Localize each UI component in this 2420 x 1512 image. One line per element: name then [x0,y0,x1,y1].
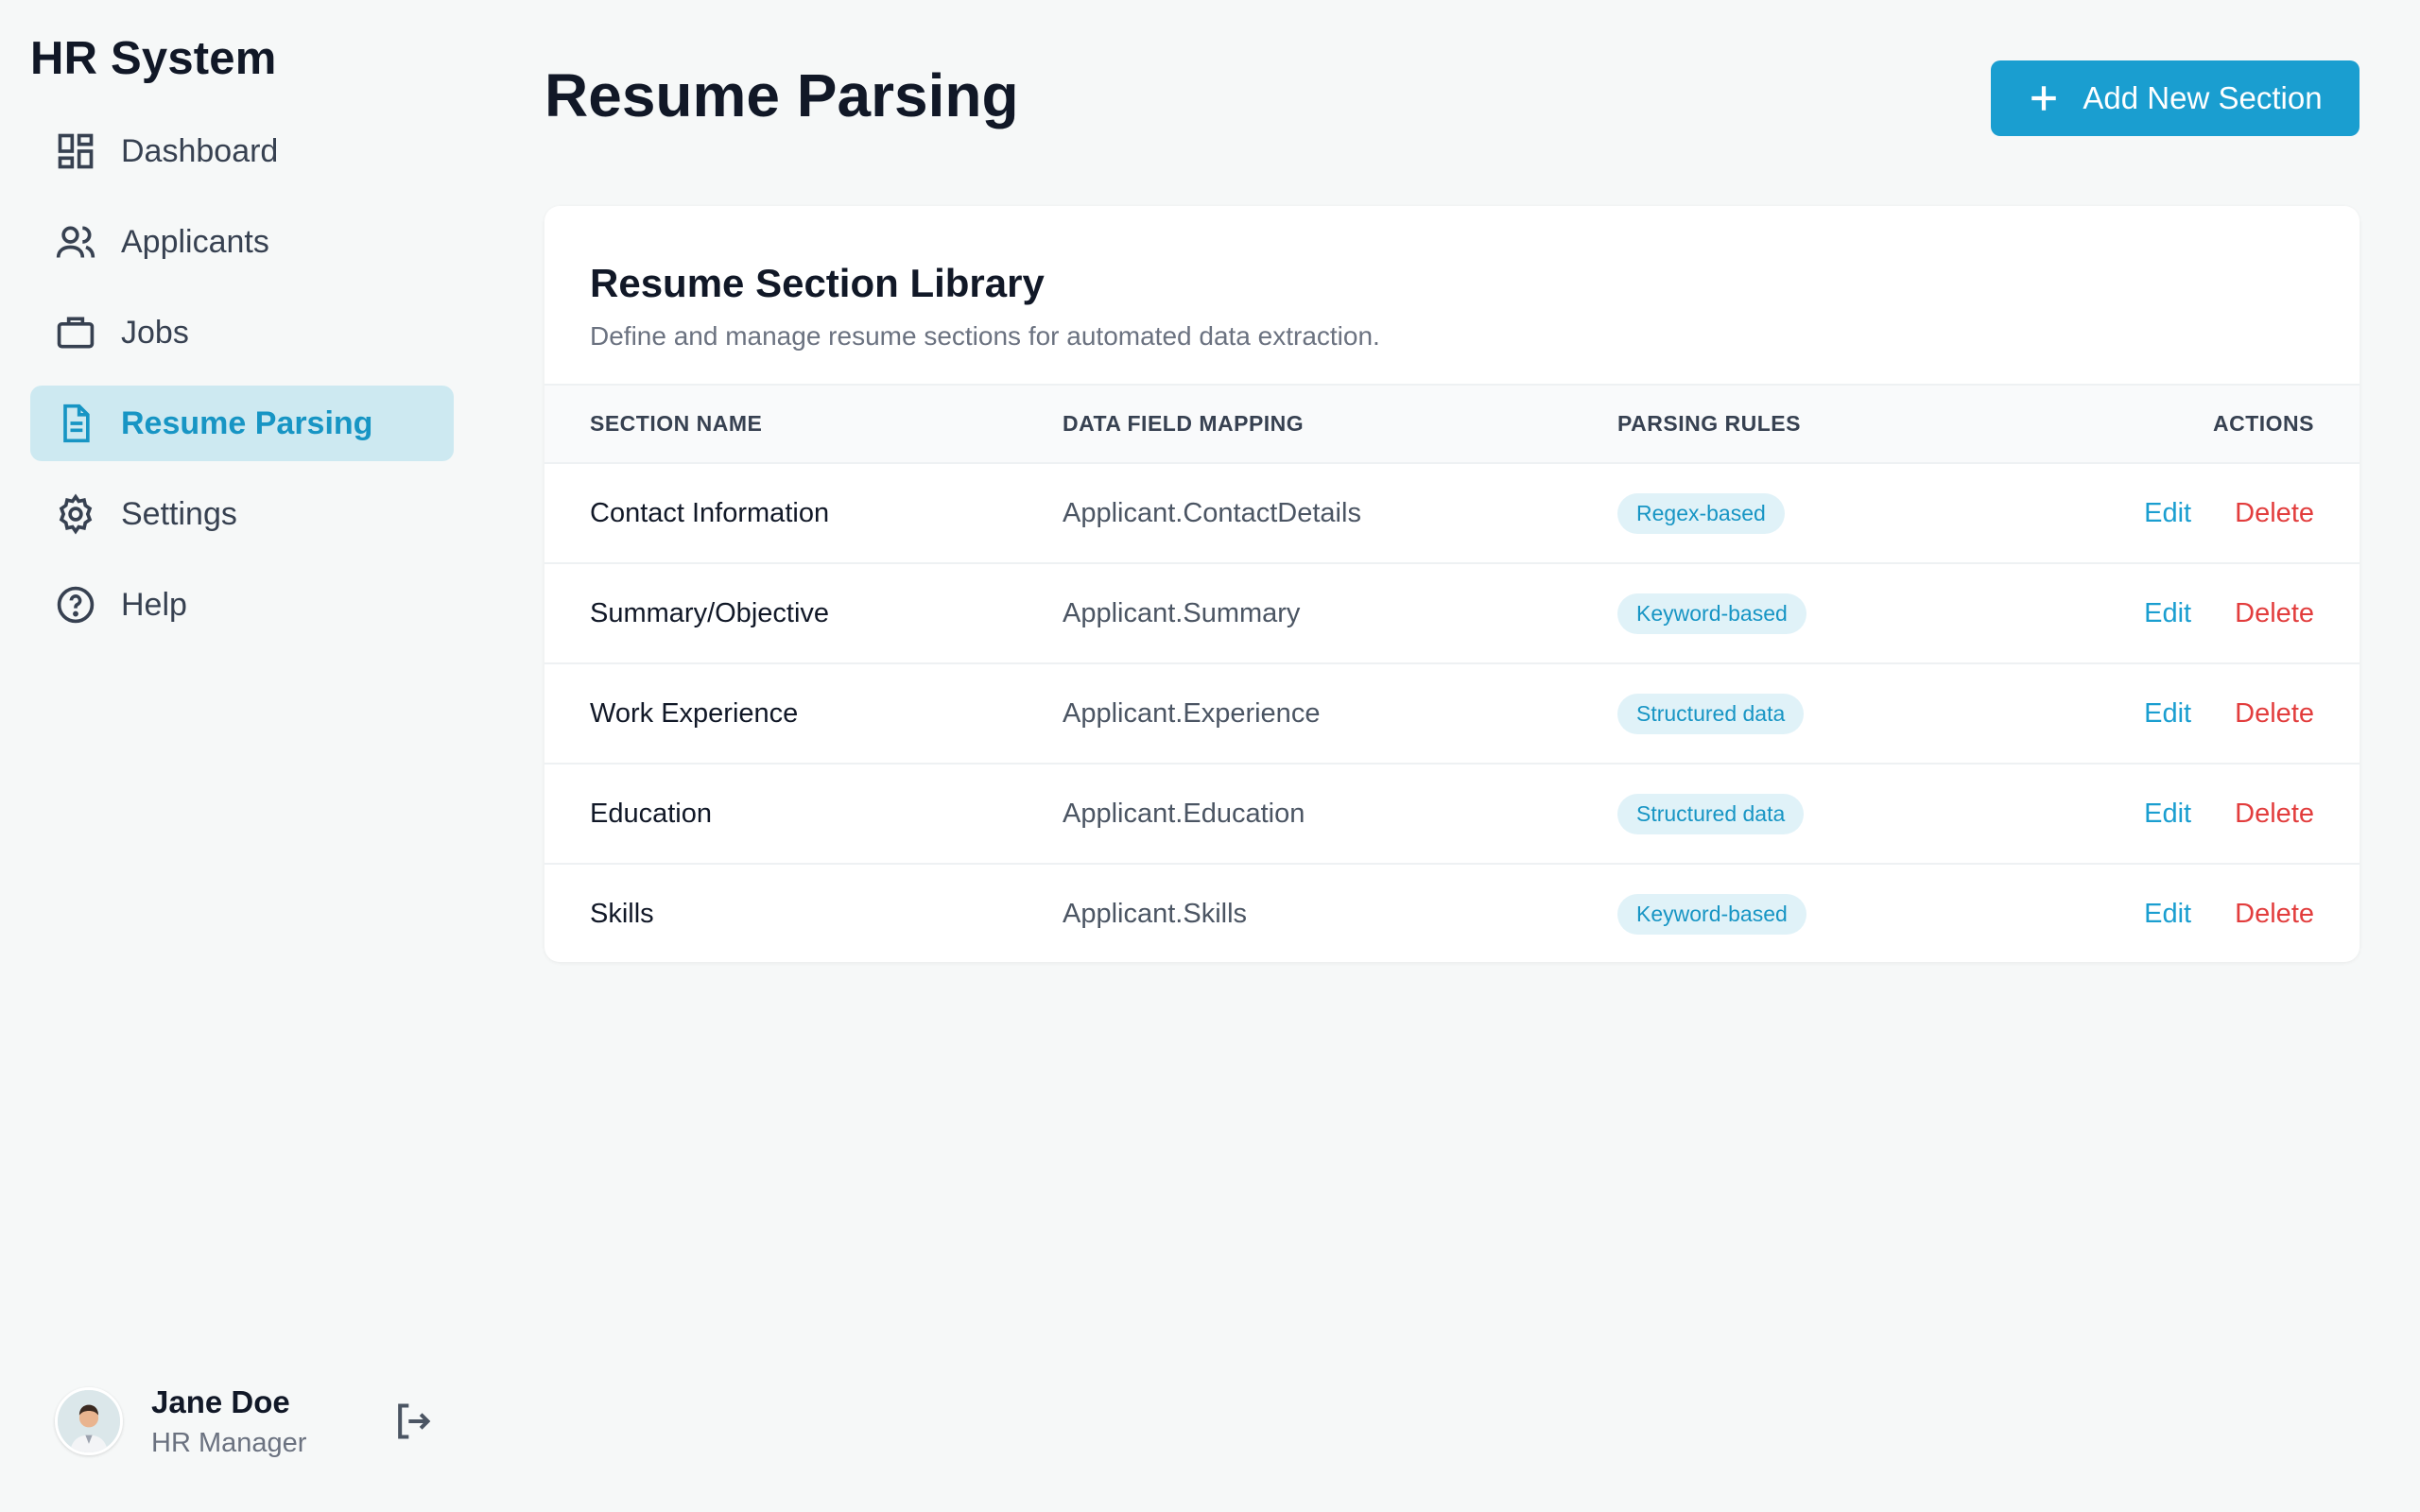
section-library-card: Resume Section Library Define and manage… [544,206,2360,962]
parsing-rule-badge: Structured data [1617,693,1805,734]
delete-button[interactable]: Delete [2235,698,2314,729]
plus-icon [2028,82,2060,114]
sidebar-item-resume-parsing[interactable]: Resume Parsing [30,386,454,461]
column-header-section-name: SECTION NAME [590,411,763,436]
field-mapping: Applicant.ContactDetails [1063,497,1361,528]
table-row: Education Applicant.Education Structured… [544,764,2360,864]
document-icon [55,403,96,444]
edit-button[interactable]: Edit [2144,498,2191,528]
sidebar-item-help[interactable]: Help [30,567,454,643]
users-icon [55,221,96,263]
parsing-rule-badge: Keyword-based [1617,894,1806,935]
sidebar-item-label: Help [121,586,187,623]
help-icon [55,584,96,626]
table-header-row: SECTION NAME DATA FIELD MAPPING PARSING … [544,386,2360,463]
avatar[interactable] [55,1387,123,1455]
sections-table: SECTION NAME DATA FIELD MAPPING PARSING … [544,386,2360,962]
parsing-rule-badge: Keyword-based [1617,593,1806,634]
dashboard-icon [55,130,96,172]
card-header: Resume Section Library Define and manage… [544,206,2360,386]
add-new-section-button[interactable]: Add New Section [1991,60,2360,136]
section-name: Work Experience [590,697,799,729]
sidebar-item-label: Dashboard [121,132,279,169]
table-row: Work Experience Applicant.Experience Str… [544,663,2360,764]
user-name: Jane Doe [151,1383,290,1419]
section-name: Contact Information [590,497,830,528]
page-title: Resume Parsing [544,61,1019,129]
user-info: Jane Doe HR Manager [151,1384,306,1459]
sidebar-item-label: Resume Parsing [121,404,373,441]
parsing-rule-badge: Structured data [1617,793,1805,834]
sidebar-item-jobs[interactable]: Jobs [30,295,454,370]
logout-button[interactable] [386,1395,439,1448]
add-button-label: Add New Section [2083,80,2323,115]
field-mapping: Applicant.Experience [1063,697,1321,729]
sidebar-item-label: Settings [121,495,237,532]
edit-button[interactable]: Edit [2144,698,2191,729]
parsing-rule-badge: Regex-based [1617,492,1785,534]
section-name: Summary/Objective [590,597,830,628]
delete-button[interactable]: Delete [2235,899,2314,929]
sidebar-nav: Dashboard Applicants Jobs Resume Parsing [30,113,454,658]
table-row: Skills Applicant.Skills Keyword-based Ed… [544,864,2360,962]
card-title: Resume Section Library [590,261,1045,305]
delete-button[interactable]: Delete [2235,799,2314,829]
section-name: Education [590,798,712,829]
section-name: Skills [590,899,654,929]
logout-icon [398,1403,431,1439]
field-mapping: Applicant.Summary [1063,597,1301,628]
edit-button[interactable]: Edit [2144,799,2191,829]
column-header-actions: ACTIONS [2213,411,2314,436]
sidebar-item-applicants[interactable]: Applicants [30,204,454,280]
table-row: Contact Information Applicant.ContactDet… [544,463,2360,563]
user-role: HR Manager [151,1427,307,1458]
delete-button[interactable]: Delete [2235,598,2314,628]
sidebar-item-settings[interactable]: Settings [30,476,454,552]
field-mapping: Applicant.Education [1063,798,1305,829]
briefcase-icon [55,312,96,353]
edit-button[interactable]: Edit [2144,899,2191,929]
user-profile: Jane Doe HR Manager [55,1376,442,1467]
sidebar-item-label: Jobs [121,314,189,351]
brand-title: HR System [30,33,277,84]
column-header-data-field-mapping: DATA FIELD MAPPING [1063,411,1305,436]
edit-button[interactable]: Edit [2144,598,2191,628]
card-description: Define and manage resume sections for au… [590,321,1380,351]
sidebar-item-dashboard[interactable]: Dashboard [30,113,454,189]
gear-icon [55,493,96,535]
column-header-parsing-rules: PARSING RULES [1617,411,1801,436]
sidebar-item-label: Applicants [121,223,269,260]
delete-button[interactable]: Delete [2235,498,2314,528]
sidebar: HR System Dashboard Applicants Jobs Resu… [0,0,484,1512]
table-row: Summary/Objective Applicant.Summary Keyw… [544,563,2360,663]
field-mapping: Applicant.Skills [1063,899,1248,929]
app-root: HR System Dashboard Applicants Jobs Resu… [0,0,2420,1512]
